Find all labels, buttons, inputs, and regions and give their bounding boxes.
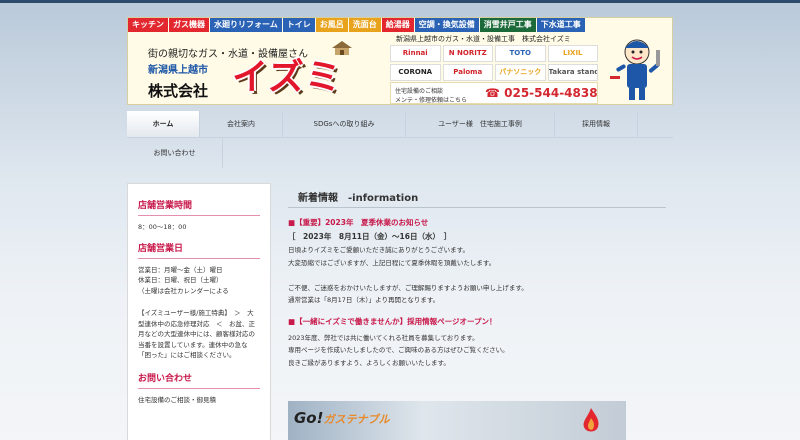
category-tab[interactable]: キッチン [128, 18, 168, 32]
contact-text: 住宅設備のご相談・御見積 [138, 395, 216, 404]
news-paragraph: ご不便、ご迷惑をおかけいたしますが、ご理解賜りますようお願い申し上げます。 [288, 283, 528, 292]
top-border [0, 0, 800, 3]
contact-line-2: メンテ・修理依頼はこちら [395, 97, 468, 104]
news-paragraph: 日頃よりイズミをご愛顧いただき誠にありがとうございます。 [288, 246, 470, 254]
category-tab[interactable]: ガス機器 [169, 18, 209, 32]
gastainable-logo: Go!ガステナブル [294, 409, 390, 427]
news-entry: ■【一緒にイズミで働きませんか】採用情報ページオープン！ 2023年度、弊社では… [288, 316, 666, 370]
sidebar: 店舗営業時間 8：00〜18：00 店舗営業日 営業日：月曜〜金（土）曜日 休業… [127, 183, 271, 440]
category-tab[interactable]: トイレ [282, 18, 315, 32]
privilege-text: 【イズミユーザー様/施工特典】 ＞ 大型連休中の応急修理対応 ＜ お盆、正月など… [138, 309, 255, 359]
news-heading[interactable]: ■【一緒にイズミで働きませんか】採用情報ページオープン！ [288, 316, 666, 327]
news-paragraph: 通常営業は「8月17日（木）」より再開となります。 [288, 296, 440, 304]
contact-title[interactable]: お問い合わせ [138, 371, 260, 389]
news-paragraph: 2023年度、弊社では共に働いてくれる社員を募集しております。 [288, 333, 479, 342]
days-title: 店舗営業日 [138, 241, 260, 259]
phone-icon: ☎ [485, 86, 505, 100]
gastainable-banner[interactable]: Go!ガステナブル [288, 401, 626, 440]
category-tab[interactable]: 洗面台 [348, 18, 381, 32]
category-tab[interactable]: 空調・換気設備 [414, 18, 479, 32]
category-strip: キッチン ガス機器 水廻りリフォーム トイレ お風呂 洗面台 給湯器 空調・換気設備 消雪井戸工… [128, 18, 585, 32]
manufacturer-logo: Paloma [442, 64, 493, 81]
manufacturer-logo: N NORITZ [442, 45, 493, 62]
news-paragraph [288, 269, 666, 282]
manufacturer-logo: Rinnai [390, 45, 441, 62]
phone-number[interactable]: ☎ 025-544-4838 [485, 86, 598, 100]
manufacturer-logo: パナソニック [495, 64, 546, 81]
news-entry: ■【重要】2023年 夏季休業のお知らせ ［ 2023年 8月11日（金）〜16… [288, 217, 666, 307]
manufacturer-logo: CORONA [390, 64, 441, 81]
days-line: （土曜は会社カレンダーによる [138, 286, 229, 295]
days-line: 営業日：月曜〜金（土）曜日 [138, 265, 223, 274]
contact-box[interactable]: 住宅設備のご相談 メンテ・修理依頼はこちら ☎ 025-544-4838 [390, 82, 598, 104]
days-line: 休業日：日曜、祝日（土曜） [138, 276, 223, 284]
nav-item-contact[interactable]: お問い合わせ [127, 138, 223, 168]
nav-item[interactable]: ユーザー様 住宅施工事例 [406, 111, 555, 137]
category-tab[interactable]: 給湯器 [381, 18, 414, 32]
nav-item[interactable]: ホーム [127, 111, 200, 137]
news-body: 2023年度、弊社では共に働いてくれる社員を募集しております。 専用ページを作成… [288, 332, 666, 370]
manufacturer-logo: LIXIL [547, 45, 598, 62]
category-tab[interactable]: 水廻りリフォーム [210, 18, 282, 32]
nav-item[interactable]: SDGsへの取り組み [283, 111, 406, 137]
hours-text: 8：00〜18：00 [138, 223, 187, 231]
days-text: 営業日：月曜〜金（土）曜日 休業日：日曜、祝日（土曜） （土曜は会社カレンダーに… [138, 265, 260, 297]
main-navigation: ホーム 会社案内 SDGsへの取り組み ユーザー様 住宅施工事例 採用情報 お問い合わせ [127, 111, 673, 171]
news-paragraph: 専用ページを作成いたしましたので、ご興味のある方はぜひご覧ください。 [288, 346, 509, 354]
company-prefix: 株式会社 [148, 82, 209, 100]
news-date: ［ 2023年 8月11日（金）〜16日（水） ］ [288, 232, 452, 241]
nav-item[interactable]: 採用情報 [555, 111, 638, 137]
nav-item[interactable]: 会社案内 [200, 111, 283, 137]
header-banner[interactable]: キッチン ガス機器 水廻りリフォーム トイレ お風呂 洗面台 給湯器 空調・換気設備 消雪井戸工… [127, 17, 673, 105]
contact-line-1: 住宅設備のご相談 [395, 88, 444, 95]
manufacturer-logo: TOTO [495, 45, 546, 62]
header-subtitle: 新潟県上越市のガス・水道・設備工事 株式会社イズミ [396, 35, 571, 43]
category-tab[interactable]: お風呂 [315, 18, 348, 32]
category-tab[interactable]: 消雪井戸工事 [479, 18, 536, 32]
hours-title: 店舗営業時間 [138, 198, 260, 216]
flame-icon [583, 408, 599, 432]
company-logo[interactable]: イズミ [232, 58, 342, 98]
news-body: 日頃よりイズミをご愛顧いただき誠にありがとうございます。 大変恐縮ではございます… [288, 244, 666, 307]
house-icon [332, 41, 352, 55]
news-paragraph: 大変恐縮ではございますが、上記日程にて夏季休暇を頂戴いたします。 [288, 258, 496, 267]
nav-row-1: ホーム 会社案内 SDGsへの取り組み ユーザー様 住宅施工事例 採用情報 [127, 111, 673, 138]
news-heading[interactable]: ■【重要】2023年 夏季休業のお知らせ [288, 217, 666, 228]
mascot-illustration [610, 39, 660, 100]
nav-row-2: お問い合わせ [127, 138, 673, 168]
news-section-title: 新着情報 -information [288, 183, 666, 208]
region-label: 新潟県上越市 [148, 65, 208, 76]
news-paragraph: 良きご縁がありますよう、よろしくお願いいたします。 [288, 358, 450, 367]
manufacturer-logo: Takara standard [547, 64, 598, 81]
category-tab[interactable]: 下水道工事 [536, 18, 585, 32]
